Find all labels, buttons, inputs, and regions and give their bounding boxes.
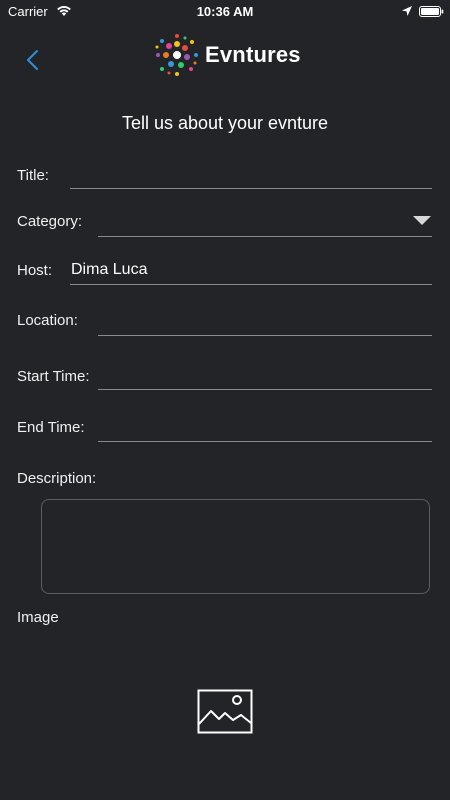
app-title: Evntures bbox=[205, 42, 301, 67]
title-label: Title: bbox=[17, 167, 49, 184]
dropdown-arrow-icon[interactable] bbox=[413, 216, 431, 225]
image-placeholder-icon[interactable] bbox=[197, 689, 253, 734]
category-underline bbox=[98, 236, 432, 237]
end-time-underline bbox=[98, 441, 432, 442]
page-title: Tell us about your evnture bbox=[121, 113, 329, 133]
start-time-underline bbox=[98, 389, 432, 390]
title-underline bbox=[70, 188, 432, 189]
description-textarea[interactable] bbox=[41, 499, 430, 594]
description-text bbox=[42, 500, 429, 516]
battery-icon bbox=[419, 6, 444, 17]
end-time-label: End Time: bbox=[17, 419, 85, 436]
location-arrow-icon bbox=[402, 6, 412, 16]
status-time: 10:36 AM bbox=[196, 4, 254, 19]
location-label: Location: bbox=[17, 312, 78, 329]
evntures-logo-icon bbox=[155, 34, 198, 76]
host-label: Host: bbox=[17, 262, 53, 279]
image-label: Image bbox=[17, 609, 59, 626]
host-input[interactable]: Dima Luca bbox=[71, 261, 431, 279]
start-time-label: Start Time: bbox=[17, 368, 90, 385]
location-underline bbox=[98, 335, 432, 336]
host-underline bbox=[70, 284, 432, 285]
status-bar: Carrier 10:36 AM bbox=[0, 0, 450, 22]
back-button[interactable] bbox=[22, 48, 46, 72]
category-label: Category: bbox=[17, 213, 83, 230]
description-label: Description: bbox=[17, 470, 97, 487]
